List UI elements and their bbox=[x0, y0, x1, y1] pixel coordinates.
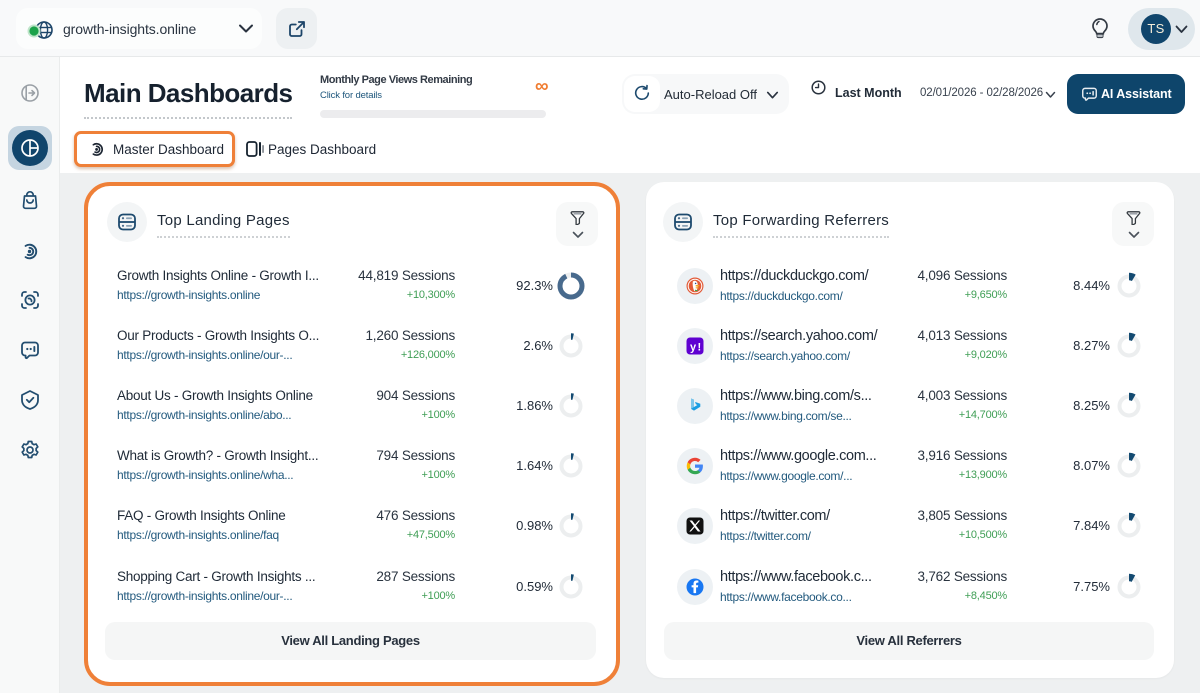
svg-text:!: ! bbox=[697, 341, 701, 353]
svg-text:y: y bbox=[690, 341, 697, 353]
